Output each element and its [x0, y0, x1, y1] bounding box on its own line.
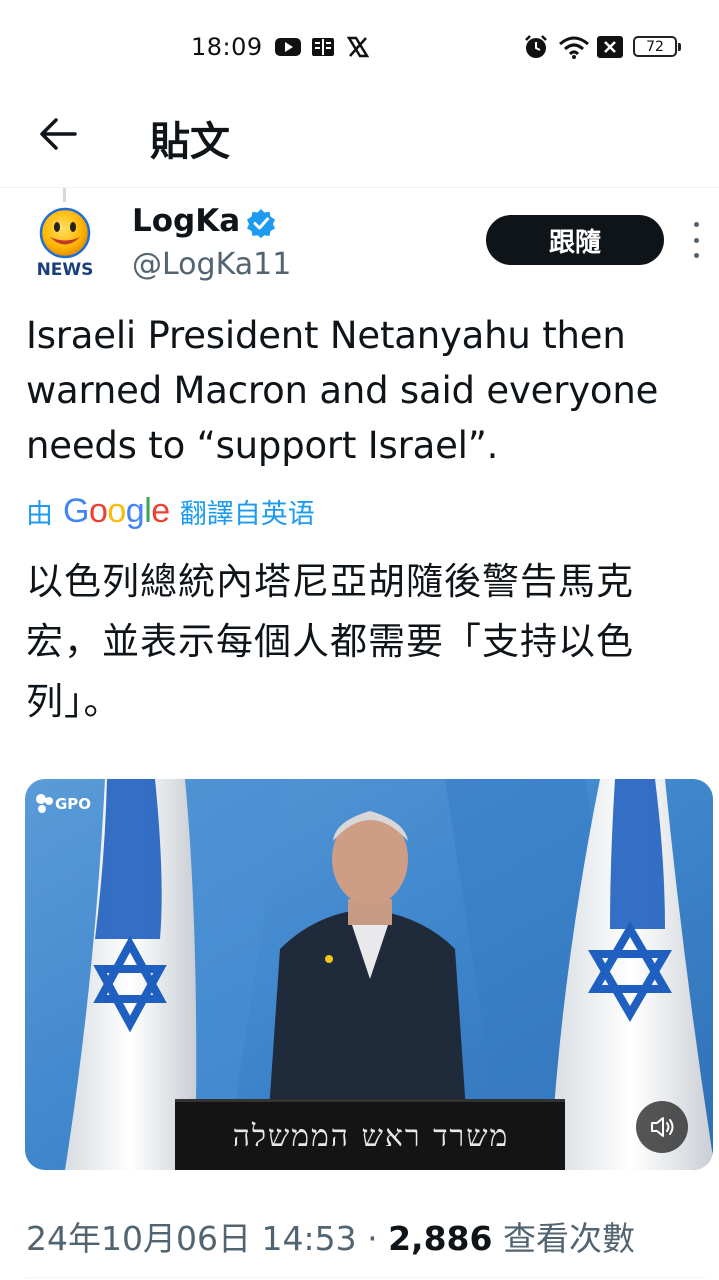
back-button[interactable] [36, 112, 80, 156]
meta-separator: · [367, 1219, 378, 1258]
translation-attribution[interactable]: 由 Google 翻譯自英语 [26, 491, 315, 531]
xbox-icon [597, 34, 623, 60]
translation-suffix: 翻譯自英语 [179, 498, 315, 530]
podium-sign-text: משרד ראש הממשלה [232, 1119, 510, 1154]
battery-indicator: 72 [633, 36, 681, 57]
thread-connector [63, 188, 66, 202]
author-handle[interactable]: @LogKa11 [132, 247, 291, 282]
google-logo-icon: Google [63, 491, 170, 530]
gpo-logo-icon [36, 794, 53, 813]
youtube-icon [275, 34, 301, 60]
avatar[interactable]: NEWS [28, 206, 102, 280]
translation-prefix: 由 [26, 498, 53, 530]
post-text: Israeli President Netanyahu then warned … [26, 314, 659, 467]
alarm-icon [523, 34, 549, 60]
author-name[interactable]: LogKa [132, 203, 240, 239]
speaker-icon [651, 1117, 674, 1137]
page-title: 貼文 [150, 119, 230, 165]
svg-text:NEWS: NEWS [37, 260, 94, 280]
arrow-left-icon [40, 118, 77, 150]
views-label: 查看次數 [502, 1219, 635, 1258]
video-frame [25, 779, 713, 1170]
vertical-dots-icon [693, 222, 699, 227]
post-video[interactable]: GPO משרד ראש הממשלה [25, 779, 713, 1170]
volume-button[interactable] [636, 1101, 688, 1153]
post-meta: 24年10月06日 14:53 · 2,886 查看次數 [26, 1212, 635, 1260]
wifi-icon [558, 34, 590, 60]
post-timestamp[interactable]: 24年10月06日 14:53 [26, 1219, 357, 1258]
book-icon [312, 34, 334, 60]
translated-text: 以色列總統內塔尼亞胡隨後警告馬克宏，並表示每個人都需要「支持以色列」。 [26, 560, 634, 723]
gpo-watermark: GPO [35, 793, 91, 815]
more-options-button[interactable] [686, 222, 706, 258]
verified-badge-icon [246, 208, 276, 238]
divider [26, 1277, 706, 1278]
status-time: 18:09 [191, 33, 263, 61]
top-app-bar: 貼文 [0, 92, 719, 188]
follow-button[interactable]: 跟隨 [486, 215, 664, 265]
status-bar: 18:09 72 [0, 0, 719, 92]
x-logo-icon [346, 34, 370, 60]
views-count[interactable]: 2,886 [388, 1219, 492, 1258]
